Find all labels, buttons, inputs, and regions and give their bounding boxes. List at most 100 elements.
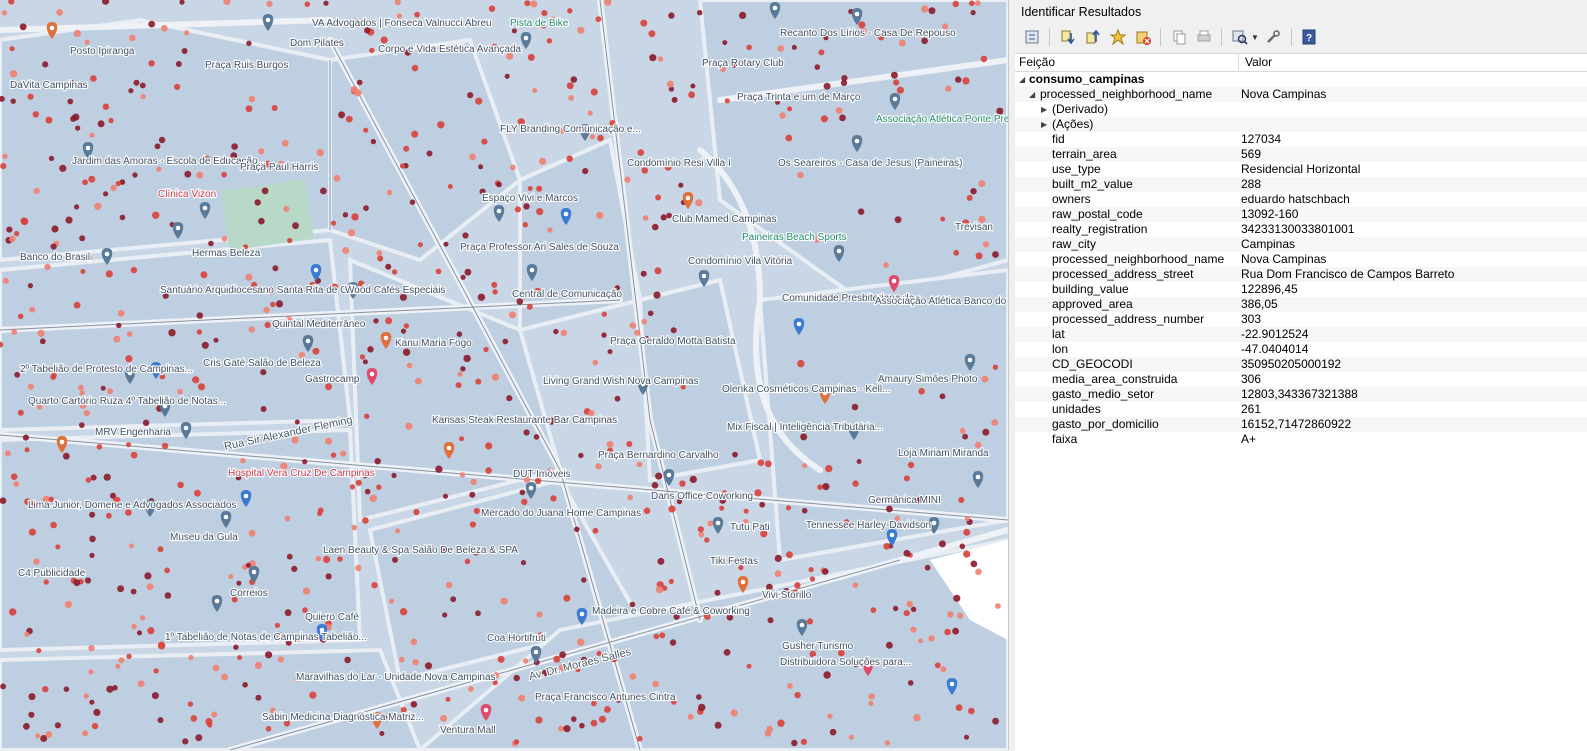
property-point[interactable] (652, 680, 659, 688)
property-point[interactable] (342, 212, 349, 218)
property-point[interactable] (426, 150, 433, 157)
property-point[interactable] (73, 29, 81, 37)
property-point[interactable] (349, 484, 356, 490)
property-point[interactable] (757, 459, 765, 467)
property-point[interactable] (637, 149, 645, 156)
print-icon[interactable] (1193, 27, 1214, 48)
property-point[interactable] (130, 266, 138, 274)
property-point[interactable] (817, 484, 823, 490)
property-point[interactable] (323, 555, 331, 564)
property-point[interactable] (959, 427, 966, 434)
property-point[interactable] (347, 229, 356, 237)
property-point[interactable] (242, 682, 248, 688)
property-point[interactable] (539, 157, 547, 165)
property-point[interactable] (152, 211, 160, 219)
map-label[interactable]: Praça Bernardino Carvalho (597, 449, 720, 462)
property-point[interactable] (64, 600, 72, 609)
map-label[interactable]: Clínica Vizon (157, 188, 217, 201)
property-point[interactable] (535, 716, 543, 724)
property-point[interactable] (513, 739, 520, 745)
property-point[interactable] (577, 638, 585, 646)
property-point[interactable] (42, 686, 49, 693)
property-point[interactable] (221, 171, 227, 178)
property-point[interactable] (468, 686, 474, 692)
property-point[interactable] (129, 34, 136, 42)
property-point[interactable] (963, 550, 971, 558)
property-point[interactable] (317, 510, 323, 517)
property-point[interactable] (604, 706, 611, 713)
property-point[interactable] (475, 97, 483, 105)
property-point[interactable] (440, 714, 447, 722)
map-label[interactable]: Germânica MINI (867, 494, 942, 507)
property-point[interactable] (356, 79, 363, 86)
property-point[interactable] (519, 489, 526, 496)
map-label[interactable]: Maravilhas do Lar - Unidade Nova Campina… (295, 671, 497, 684)
attribute-row[interactable]: processed_address_number 303 (1015, 312, 1587, 327)
property-point[interactable] (89, 511, 96, 518)
property-point[interactable] (814, 64, 821, 70)
property-point[interactable] (921, 5, 929, 13)
property-point[interactable] (157, 717, 164, 724)
property-point[interactable] (520, 560, 527, 566)
property-point[interactable] (739, 11, 747, 19)
property-point[interactable] (330, 220, 337, 226)
property-point[interactable] (164, 592, 172, 599)
property-point[interactable] (118, 657, 125, 664)
property-point[interactable] (732, 451, 738, 458)
column-header-feature[interactable]: Feição (1015, 54, 1239, 71)
property-point[interactable] (100, 385, 106, 391)
property-point[interactable] (246, 40, 252, 46)
property-point[interactable] (579, 722, 585, 729)
property-point[interactable] (906, 600, 914, 608)
property-point[interactable] (991, 419, 999, 426)
property-point[interactable] (707, 520, 714, 527)
group-row-derived[interactable]: ▶ (Derivado) (1015, 102, 1587, 117)
property-point[interactable] (137, 680, 145, 688)
property-point[interactable] (320, 187, 327, 195)
property-point[interactable] (190, 715, 198, 722)
property-point[interactable] (388, 598, 395, 604)
map-label[interactable]: Praça Geraldo Motta Batista (609, 335, 737, 348)
property-point[interactable] (196, 312, 204, 319)
map-label[interactable]: Cris Gaté Salão de Beleza (202, 357, 322, 370)
property-point[interactable] (957, 612, 964, 619)
map-label[interactable]: Recanto Dos Lírios - Casa De Repouso (779, 27, 957, 40)
property-point[interactable] (27, 283, 33, 289)
property-point[interactable] (657, 56, 664, 62)
property-point[interactable] (338, 111, 346, 119)
property-point[interactable] (969, 0, 975, 7)
property-point[interactable] (415, 377, 422, 385)
property-point[interactable] (399, 608, 408, 616)
property-point[interactable] (475, 378, 482, 385)
property-point[interactable] (670, 327, 677, 334)
property-point[interactable] (892, 605, 899, 612)
property-point[interactable] (391, 472, 397, 479)
property-point[interactable] (624, 176, 631, 183)
property-point[interactable] (369, 494, 377, 503)
property-point[interactable] (883, 262, 889, 268)
property-point[interactable] (50, 243, 57, 250)
property-point[interactable] (523, 429, 530, 436)
property-point[interactable] (455, 382, 462, 389)
property-point[interactable] (371, 582, 378, 589)
property-point[interactable] (506, 395, 513, 402)
property-point[interactable] (559, 651, 566, 659)
property-point[interactable] (698, 531, 705, 538)
property-point[interactable] (13, 481, 20, 487)
property-point[interactable] (17, 313, 24, 320)
property-point[interactable] (546, 38, 553, 44)
map-label[interactable]: Quintal Mediterrâneo (271, 318, 367, 331)
property-point[interactable] (825, 464, 833, 473)
property-point[interactable] (79, 235, 86, 242)
property-point[interactable] (140, 93, 146, 100)
property-point[interactable] (405, 422, 413, 430)
property-point[interactable] (96, 444, 103, 450)
property-point[interactable] (154, 143, 161, 150)
property-point[interactable] (355, 564, 362, 572)
property-point[interactable] (236, 580, 242, 586)
property-point[interactable] (255, 694, 262, 701)
property-point[interactable] (766, 725, 774, 733)
property-point[interactable] (410, 638, 418, 646)
map-label[interactable]: Condomínio Resi Villa I (626, 157, 732, 170)
property-point[interactable] (696, 694, 702, 700)
